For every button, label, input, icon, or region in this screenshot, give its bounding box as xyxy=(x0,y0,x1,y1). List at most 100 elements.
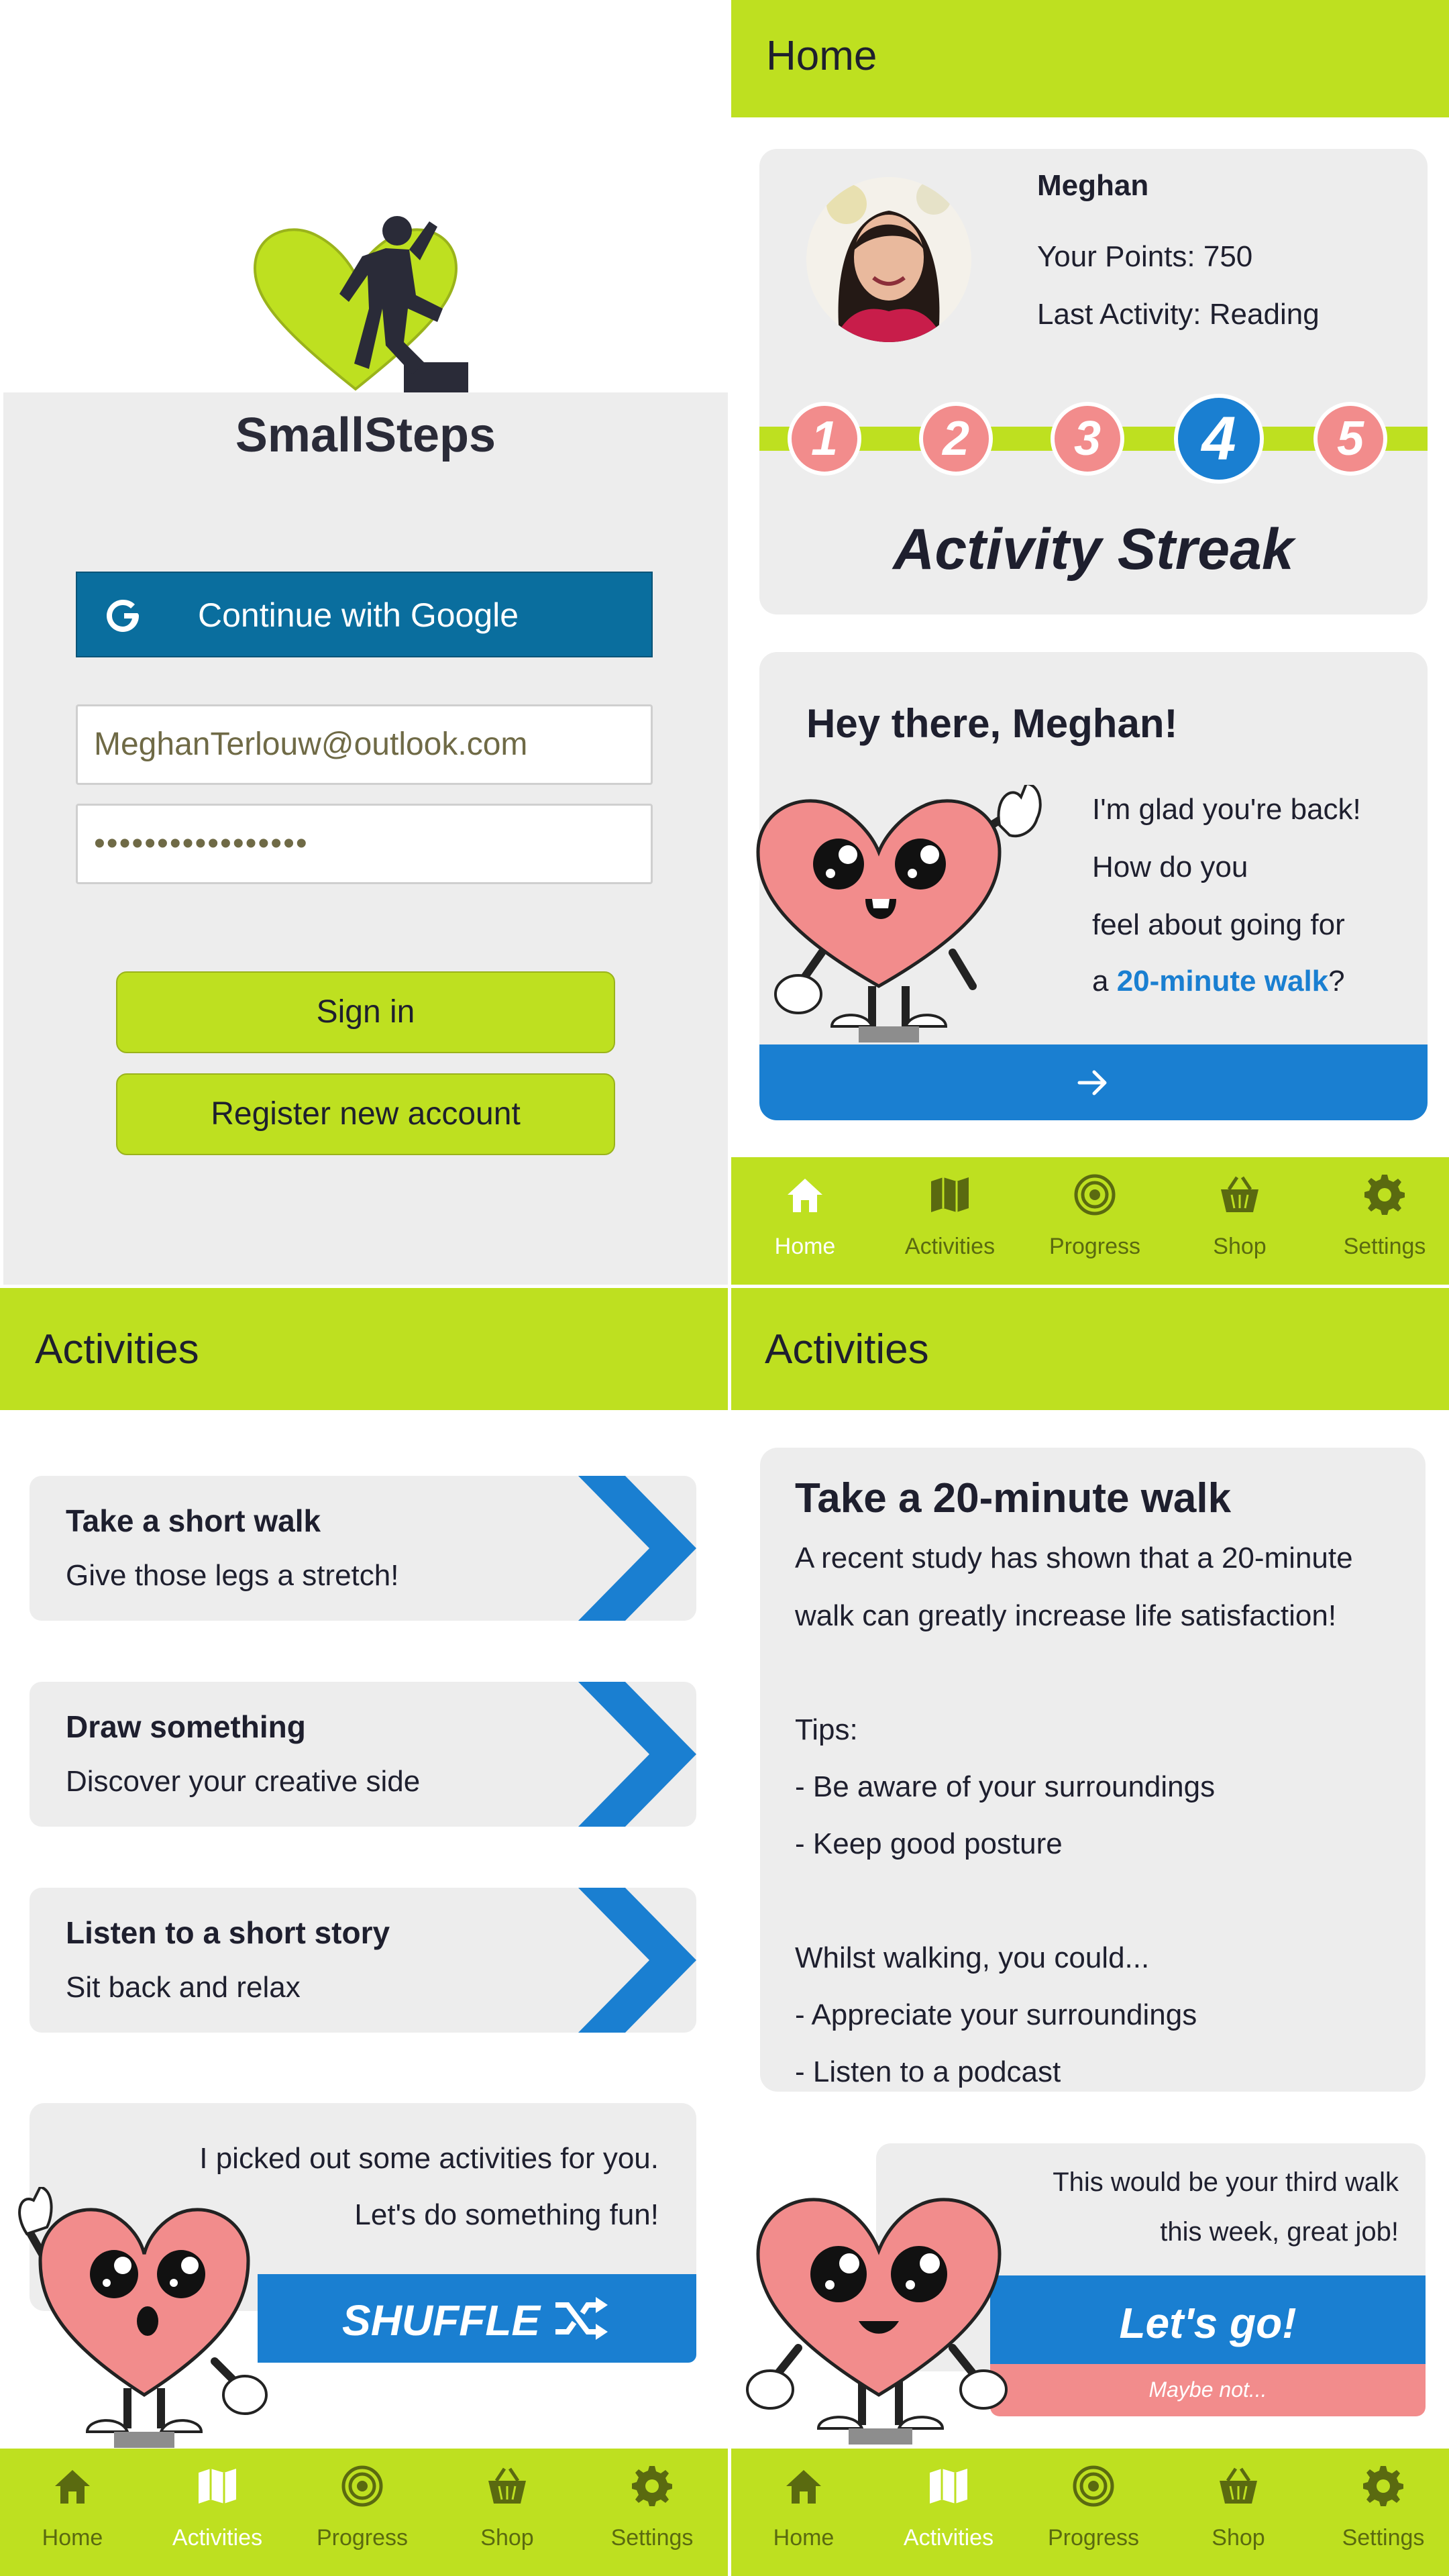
detail-line: A recent study has shown that a 20-minut… xyxy=(795,1542,1353,1574)
shuffle-button-face[interactable]: SHUFFLE xyxy=(258,2274,696,2363)
activity-title: Take a short walk xyxy=(66,1503,321,1538)
encouragement-line-2: this week, great job! xyxy=(1160,2217,1399,2247)
email-field-value: MeghanTerlouw@outlook.com xyxy=(94,727,528,762)
register-button[interactable]: Register new account xyxy=(116,1073,615,1155)
nav-shop[interactable]: Shop xyxy=(1166,2449,1311,2576)
detail-line: walk can greatly increase life satisfact… xyxy=(795,1599,1337,1632)
email-field[interactable]: MeghanTerlouw@outlook.com xyxy=(76,704,653,785)
home-icon xyxy=(55,2470,90,2504)
quadrant-divider-vertical xyxy=(728,0,731,1285)
app-logo xyxy=(253,216,468,393)
nav-settings-label: Settings xyxy=(1343,1234,1426,1259)
shuffle-icon xyxy=(555,2297,608,2340)
home-header: Home xyxy=(731,0,1449,117)
streak-step-3: 3 xyxy=(1051,402,1124,476)
encouragement-line-1: This would be your third walk xyxy=(1053,2167,1399,2197)
password-field-value: ••••••••••••••••• xyxy=(94,826,309,861)
bottom-nav: Home Activities Progress Shop Settings xyxy=(731,1157,1449,1285)
bubble-line-1: I picked out some activities for you. xyxy=(199,2142,659,2175)
nav-home[interactable]: Home xyxy=(733,1157,877,1285)
activity-subtitle: Sit back and relax xyxy=(66,1971,301,2004)
maybe-not-label: Maybe not... xyxy=(1148,2377,1267,2402)
greeting-line-2: How do you xyxy=(1092,851,1248,883)
detail-line: - Be aware of your surroundings xyxy=(795,1770,1216,1803)
google-button-label: Continue with Google xyxy=(198,596,519,634)
arrow-right-icon xyxy=(1077,1070,1107,1095)
nav-progress[interactable]: Progress xyxy=(1022,1157,1167,1285)
detail-line: Tips: xyxy=(795,1713,858,1746)
nav-settings[interactable]: Settings xyxy=(1311,2449,1449,2576)
bottom-nav: Home Activities Progress Shop Settings xyxy=(0,2449,728,2576)
sign-in-button[interactable]: Sign in xyxy=(116,971,615,1053)
bottom-nav: Home Activities Progress Shop Settings xyxy=(731,2449,1449,2576)
activity-title: Draw something xyxy=(66,1709,306,1744)
greeting-continue-button[interactable] xyxy=(759,1044,1428,1120)
nav-settings-label: Settings xyxy=(1342,2525,1425,2551)
page-title: Home xyxy=(766,33,877,79)
chevron-right-icon xyxy=(578,1682,696,1827)
avatar[interactable] xyxy=(806,177,971,342)
nav-settings-label: Settings xyxy=(610,2525,694,2551)
streak-step-5: 5 xyxy=(1313,402,1387,476)
greeting-line-4: a 20-minute walk? xyxy=(1092,965,1345,998)
nav-home[interactable]: Home xyxy=(0,2449,145,2576)
activity-detail-screen: Activities Take a 20-minute walk A recen… xyxy=(728,1288,1449,2576)
map-icon xyxy=(199,2469,236,2504)
basket-icon xyxy=(1220,2467,1257,2504)
app-name: SmallSteps xyxy=(235,409,496,462)
activity-title: Listen to a short story xyxy=(66,1915,390,1950)
nav-activities[interactable]: Activities xyxy=(876,2449,1021,2576)
nav-shop-label: Shop xyxy=(480,2525,534,2551)
nav-progress[interactable]: Progress xyxy=(290,2449,435,2576)
nav-shop[interactable]: Shop xyxy=(435,2449,580,2576)
password-field[interactable]: ••••••••••••••••• xyxy=(76,804,653,884)
shuffle-label: SHUFFLE xyxy=(342,2296,541,2345)
profile-last-activity: Last Activity: Reading xyxy=(1037,298,1320,331)
target-icon xyxy=(1073,2465,1114,2507)
nav-home-label: Home xyxy=(773,2525,835,2551)
nav-home-label: Home xyxy=(42,2525,103,2551)
streak-steps: 1 2 3 4 5 xyxy=(759,394,1428,484)
profile-name: Meghan xyxy=(1037,169,1149,202)
gear-icon xyxy=(632,2466,672,2506)
nav-progress[interactable]: Progress xyxy=(1021,2449,1166,2576)
maybe-not-button[interactable]: Maybe not... xyxy=(990,2364,1426,2416)
detail-line: - Keep good posture xyxy=(795,1827,1063,1860)
detail-line: - Appreciate your surroundings xyxy=(795,1998,1197,2031)
target-icon xyxy=(1074,1174,1116,1216)
nav-activities[interactable]: Activities xyxy=(877,1157,1022,1285)
streak-step-1: 1 xyxy=(788,402,861,476)
activity-item-walk[interactable]: Take a short walk Give those legs a stre… xyxy=(30,1476,696,1621)
nav-shop[interactable]: Shop xyxy=(1167,1157,1312,1285)
activity-item-draw[interactable]: Draw something Discover your creative si… xyxy=(30,1682,696,1827)
page-title: Activities xyxy=(765,1326,929,1373)
google-signin-button[interactable]: Continue with Google xyxy=(76,572,653,657)
activity-detail-title: Take a 20-minute walk xyxy=(795,1475,1232,1521)
activity-subtitle: Discover your creative side xyxy=(66,1765,421,1798)
chevron-right-icon xyxy=(578,1888,696,2033)
basket-icon xyxy=(1221,1176,1258,1212)
nav-shop-label: Shop xyxy=(1212,2525,1265,2551)
greeting-line-1: I'm glad you're back! xyxy=(1092,793,1361,826)
target-icon xyxy=(341,2465,383,2507)
activity-item-story[interactable]: Listen to a short story Sit back and rel… xyxy=(30,1888,696,2033)
streak-step-2: 2 xyxy=(919,402,993,476)
nav-activities[interactable]: Activities xyxy=(145,2449,290,2576)
nav-home[interactable]: Home xyxy=(731,2449,876,2576)
nav-settings[interactable]: Settings xyxy=(580,2449,724,2576)
walk-link[interactable]: 20-minute walk xyxy=(1117,965,1328,998)
greeting-line-4-prefix: a xyxy=(1092,965,1117,998)
activities-screen: Activities Take a short walk Give those … xyxy=(0,1288,728,2576)
heart-mascot-waving xyxy=(756,785,1042,1042)
login-screen: SmallSteps Continue with Google MeghanTe… xyxy=(0,0,728,1285)
nav-progress-label: Progress xyxy=(1047,2525,1140,2551)
lets-go-button[interactable]: Let's go! xyxy=(990,2275,1426,2364)
nav-settings[interactable]: Settings xyxy=(1312,1157,1449,1285)
home-icon xyxy=(786,2470,821,2504)
chevron-right-icon xyxy=(578,1476,696,1621)
bubble-line-2: Let's do something fun! xyxy=(354,2198,659,2231)
map-icon xyxy=(931,1177,969,1212)
activities-header: Activities xyxy=(0,1288,728,1410)
greeting-title: Hey there, Meghan! xyxy=(806,701,1178,746)
streak-step-4: 4 xyxy=(1174,394,1264,484)
